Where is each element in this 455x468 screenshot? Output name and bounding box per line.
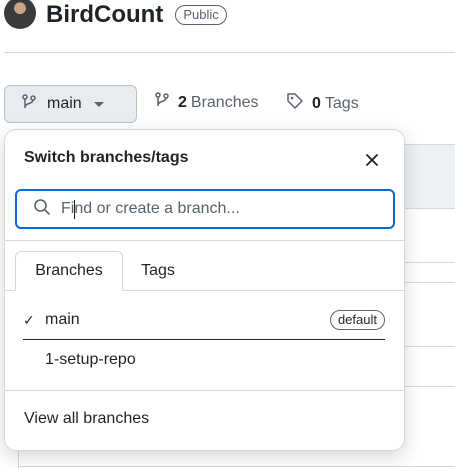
avatar[interactable]	[4, 0, 36, 29]
branch-name: main	[45, 311, 80, 328]
background-divider	[404, 262, 455, 263]
branch-search-field[interactable]	[15, 189, 395, 229]
repo-name[interactable]: BirdCount	[46, 1, 163, 29]
default-badge: default	[329, 310, 385, 330]
view-all-branches-link[interactable]: View all branches	[24, 410, 149, 428]
background-divider	[404, 346, 455, 347]
current-branch-label: main	[47, 95, 82, 112]
tab-tags[interactable]: Tags	[123, 251, 193, 291]
branch-item-main[interactable]: ✓ main default	[23, 302, 385, 338]
repo-header: BirdCount Public	[4, 0, 227, 30]
background-divider	[404, 282, 455, 283]
popover-footer-divider	[5, 390, 404, 391]
background-divider	[18, 466, 455, 467]
popover-title: Switch branches/tags	[24, 149, 189, 166]
git-branch-icon	[154, 92, 170, 113]
search-icon	[33, 198, 51, 221]
tab-branches[interactable]: Branches	[15, 251, 123, 291]
repo-page: BirdCount Public main 2 Branches 0 Tags …	[0, 0, 455, 468]
branch-item-1-setup-repo[interactable]: 1-setup-repo	[23, 342, 385, 378]
tag-icon	[286, 92, 304, 115]
header-divider	[4, 52, 455, 53]
triangle-down-icon	[93, 101, 104, 107]
branches-count: 2	[178, 93, 187, 111]
tags-label: Tags	[324, 94, 359, 112]
branch-list-divider	[23, 339, 385, 340]
close-icon[interactable]	[362, 150, 382, 170]
git-branch-icon	[21, 93, 37, 115]
branches-link[interactable]: 2 Branches	[154, 92, 259, 113]
branches-label: Branches	[190, 93, 259, 111]
visibility-badge: Public	[175, 5, 227, 25]
branch-name: 1-setup-repo	[45, 351, 136, 368]
check-icon: ✓	[23, 311, 35, 328]
tags-link[interactable]: 0 Tags	[286, 92, 359, 115]
popover-divider	[5, 240, 404, 241]
branch-selector-button[interactable]: main	[4, 85, 137, 123]
tags-count: 0	[312, 94, 321, 112]
background-divider	[404, 386, 455, 387]
branch-search-input[interactable]	[61, 200, 381, 218]
text-cursor	[74, 200, 75, 219]
branch-switcher-popover: Switch branches/tags Branches Tags ✓ mai…	[4, 129, 405, 451]
background-panel	[404, 144, 455, 209]
